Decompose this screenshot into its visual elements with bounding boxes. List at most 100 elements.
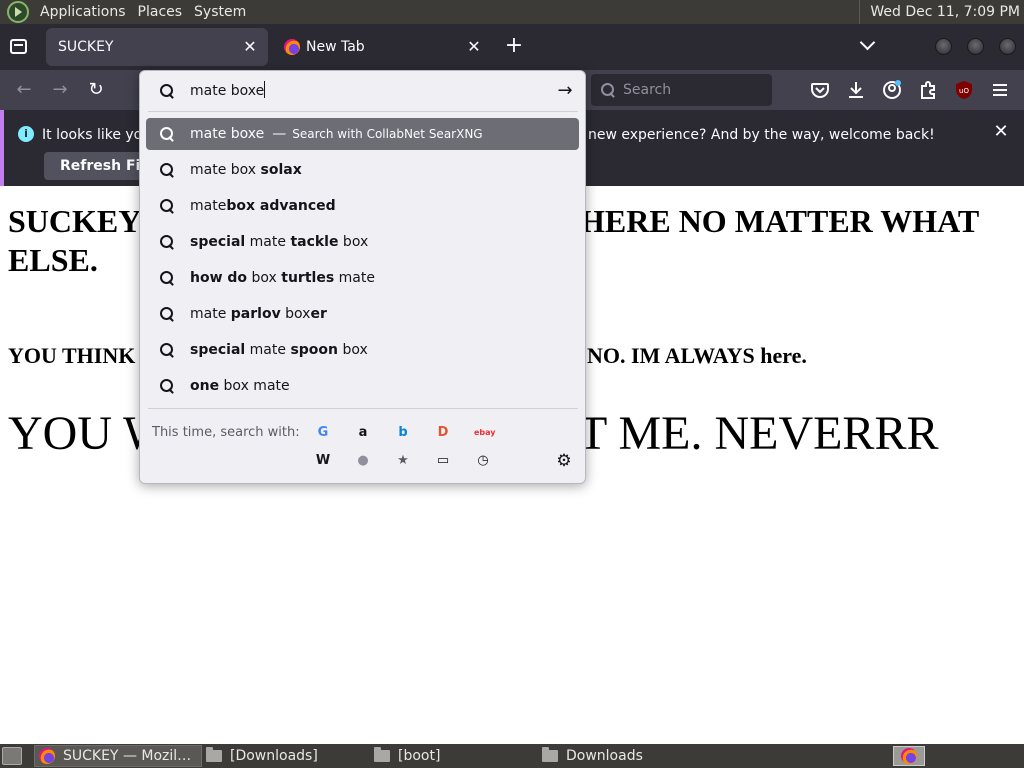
- large-text-visible-end: T ME. NEVERRR: [578, 407, 939, 460]
- taskbar-window-label: Downloads: [566, 748, 643, 764]
- search-icon: [160, 84, 174, 98]
- suggestion-text: special mate tackle box: [190, 234, 369, 250]
- search-settings-gear-icon[interactable]: ⚙: [555, 452, 573, 470]
- top-panel: Applications Places System Wed Dec 11, 7…: [0, 0, 1024, 24]
- search-suggestion[interactable]: mate boxe — Search with CollabNet SearXNG: [146, 118, 579, 150]
- clock[interactable]: Wed Dec 11, 7:09 PM: [859, 0, 1020, 24]
- maximize-window-icon[interactable]: [967, 38, 984, 55]
- new-tab-button[interactable]: +: [504, 35, 524, 57]
- account-icon[interactable]: [881, 79, 903, 101]
- heading-text-start: SUCKEY: [8, 203, 142, 239]
- list-all-tabs-icon[interactable]: [858, 35, 878, 55]
- suggestion-text: mate parlov boxer: [190, 306, 327, 322]
- search-icon: [160, 127, 174, 141]
- heading-text-visible-end: HERE NO MATTER WHAT: [580, 203, 980, 239]
- back-button[interactable]: ←: [13, 79, 35, 101]
- taskbar-window-label: [boot]: [398, 748, 441, 764]
- heading-text-line2: ELSE.: [8, 242, 98, 278]
- tabs-icon[interactable]: ▭: [434, 452, 452, 470]
- distro-logo-icon[interactable]: [7, 1, 29, 23]
- suggestion-text: special mate spoon box: [190, 342, 368, 358]
- firefox-icon: [39, 748, 55, 764]
- suggestion-text: mate box solax: [190, 162, 302, 178]
- searxng-engine-icon[interactable]: ●: [354, 452, 372, 470]
- folder-icon: [542, 747, 558, 762]
- search-icon: [160, 199, 174, 213]
- reload-button[interactable]: ↻: [85, 79, 107, 101]
- suggestion-action: Search with CollabNet SearXNG: [292, 127, 483, 141]
- search-icon: [160, 307, 174, 321]
- show-desktop-icon[interactable]: [2, 747, 22, 765]
- google-engine-icon[interactable]: G: [314, 424, 332, 442]
- taskbar-window-button[interactable]: SUCKEY — Mozilla Firefox: [34, 745, 202, 767]
- tab-strip: SUCKEY ✕ New Tab ✕ +: [0, 24, 1024, 70]
- workspace-switcher[interactable]: [893, 746, 925, 766]
- search-suggestion[interactable]: mate box solax: [146, 154, 579, 186]
- taskbar-window-button[interactable]: [Downloads]: [202, 745, 368, 767]
- search-icon: [601, 83, 615, 97]
- firefox-view-icon[interactable]: [10, 39, 27, 54]
- info-icon: i: [18, 126, 34, 142]
- suggestion-text: mate boxe: [190, 126, 265, 142]
- notification-text-continued: new experience? And by the way, welcome …: [588, 127, 935, 143]
- search-suggestion[interactable]: how do box turtles mate: [146, 262, 579, 294]
- firefox-workspace-icon: [901, 748, 917, 764]
- tab-title: SUCKEY: [58, 39, 114, 55]
- search-suggestion[interactable]: special mate tackle box: [146, 226, 579, 258]
- suggestion-text: one box mate: [190, 378, 290, 394]
- menu-icon[interactable]: [989, 79, 1011, 101]
- search-suggestion[interactable]: matebox advanced: [146, 190, 579, 222]
- system-menu[interactable]: System: [188, 0, 252, 24]
- applications-menu[interactable]: Applications: [34, 0, 132, 24]
- folder-icon: [206, 747, 222, 762]
- places-menu[interactable]: Places: [132, 0, 189, 24]
- taskbar-window-button[interactable]: [boot]: [370, 745, 536, 767]
- forward-button[interactable]: →: [49, 79, 71, 101]
- ublock-icon[interactable]: uO: [953, 79, 975, 101]
- urlbar-input[interactable]: mate boxe: [190, 81, 550, 101]
- close-window-icon[interactable]: [999, 38, 1016, 55]
- bookmarks-icon[interactable]: ★: [394, 452, 412, 470]
- search-placeholder: Search: [623, 82, 672, 98]
- tab-suckey[interactable]: SUCKEY ✕: [46, 28, 268, 66]
- one-off-search-label: This time, search with:: [152, 425, 300, 440]
- subheading-text-visible-end: NO. IM ALWAYS here.: [587, 343, 807, 368]
- suggestion-text: matebox advanced: [190, 198, 336, 214]
- search-icon: [160, 163, 174, 177]
- close-tab-icon[interactable]: ✕: [240, 37, 260, 57]
- search-icon: [160, 235, 174, 249]
- folder-icon: [374, 747, 390, 762]
- search-suggestion[interactable]: special mate spoon box: [146, 334, 579, 366]
- search-icon: [160, 271, 174, 285]
- amazon-engine-icon[interactable]: a: [354, 424, 372, 442]
- taskbar-window-label: [Downloads]: [230, 748, 318, 764]
- search-bar[interactable]: Search: [591, 74, 772, 106]
- refresh-firefox-button[interactable]: Refresh Firefox: [44, 152, 144, 180]
- ebay-engine-icon[interactable]: ebay: [474, 424, 496, 442]
- go-arrow-icon[interactable]: →: [554, 80, 576, 102]
- duckduckgo-engine-icon[interactable]: D: [434, 424, 452, 442]
- wikipedia-engine-icon[interactable]: W: [314, 452, 332, 470]
- close-tab-icon[interactable]: ✕: [464, 37, 484, 57]
- search-icon: [160, 379, 174, 393]
- bottom-taskbar: SUCKEY — Mozilla Firefox [Downloads] [boot…: [0, 744, 1024, 768]
- taskbar-window-label: SUCKEY — Mozilla Firefox: [63, 748, 193, 764]
- taskbar-window-button[interactable]: Downloads: [538, 745, 704, 767]
- text-caret: [264, 81, 266, 98]
- bing-engine-icon[interactable]: b: [394, 424, 412, 442]
- urlbar-dropdown: mate boxe → mate boxe — Search with Collab…: [139, 70, 586, 484]
- subheading-text-start: YOU THINK: [8, 343, 136, 368]
- extensions-icon[interactable]: [917, 79, 939, 101]
- tab-new-tab[interactable]: New Tab ✕: [276, 28, 492, 66]
- search-suggestion[interactable]: mate parlov boxer: [146, 298, 579, 330]
- svg-text:uO: uO: [959, 87, 969, 95]
- history-icon[interactable]: ◷: [474, 452, 492, 470]
- firefox-favicon-icon: [284, 39, 300, 55]
- search-suggestion[interactable]: one box mate: [146, 370, 579, 402]
- close-notification-icon[interactable]: ✕: [991, 122, 1011, 142]
- divider: [148, 408, 578, 409]
- minimize-window-icon[interactable]: [935, 38, 952, 55]
- action-separator: —: [272, 126, 287, 142]
- downloads-icon[interactable]: [845, 79, 867, 101]
- pocket-icon[interactable]: [809, 79, 831, 101]
